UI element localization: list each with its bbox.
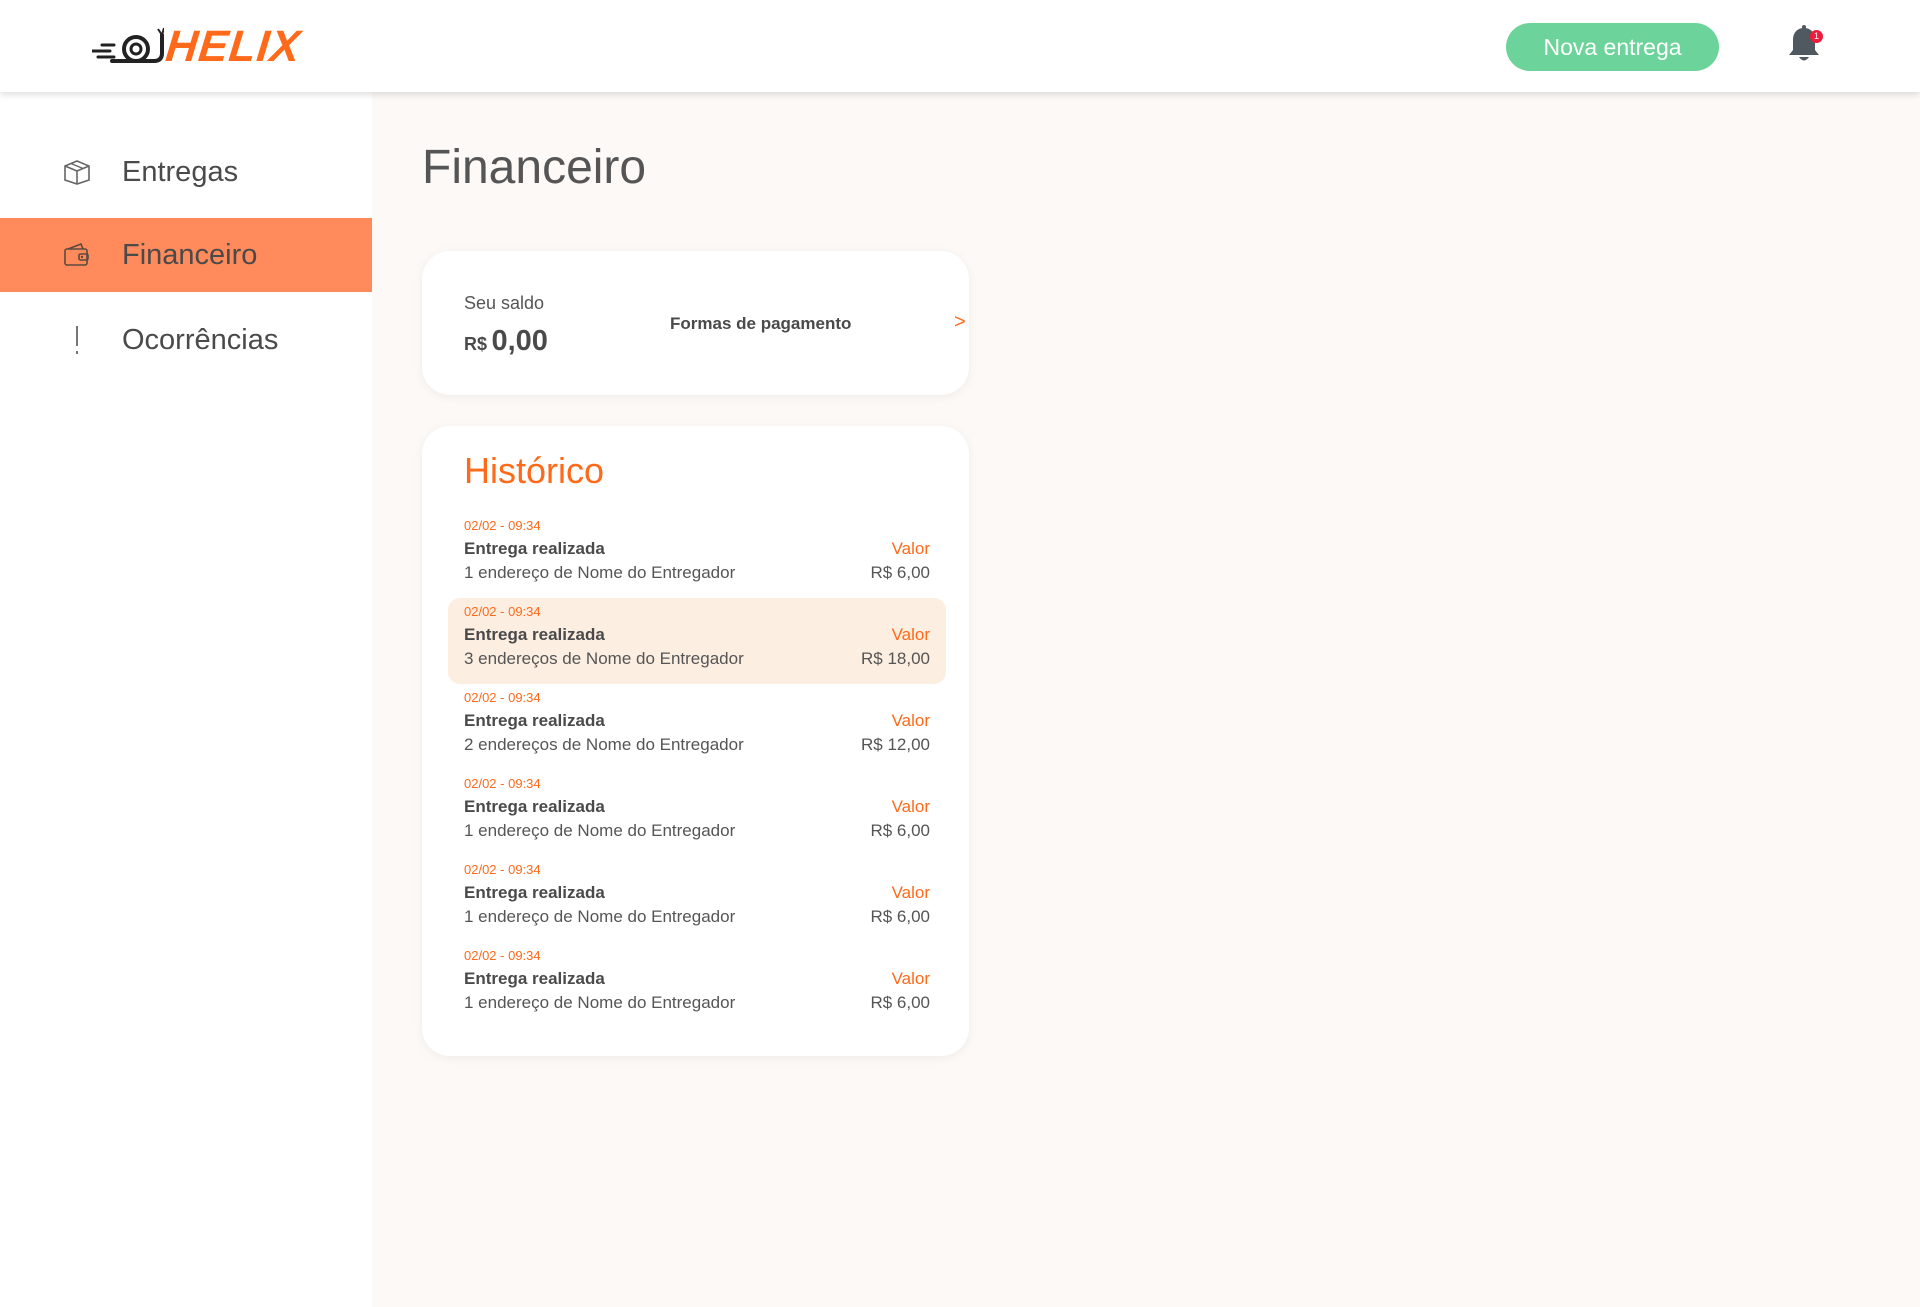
history-description: 2 endereços de Nome do Entregador <box>464 735 744 754</box>
notifications-button[interactable]: 1 <box>1786 24 1826 68</box>
balance-value: R$ 0,00 <box>464 325 548 358</box>
history-title-text: Entrega realizada <box>464 969 605 988</box>
history-title-text: Entrega realizada <box>464 883 605 902</box>
history-title-text: Entrega realizada <box>464 711 605 730</box>
history-value-label: Valor <box>891 797 930 816</box>
history-date: 02/02 - 09:34 <box>464 518 541 533</box>
sidebar-item-label: Ocorrências <box>122 323 279 356</box>
history-value: R$ 6,00 <box>870 993 930 1012</box>
main-content: Financeiro Seu saldo R$ 0,00 Formas de p… <box>372 92 1920 1307</box>
history-date: 02/02 - 09:34 <box>464 604 541 619</box>
sidebar: Entregas Financeiro Ocorrências <box>0 92 372 1307</box>
sidebar-item-entregas[interactable]: Entregas <box>0 135 372 209</box>
history-date: 02/02 - 09:34 <box>464 776 541 791</box>
sidebar-item-ocorrencias[interactable]: Ocorrências <box>0 303 372 377</box>
balance-currency: R$ <box>464 334 488 354</box>
balance-amount: 0,00 <box>491 325 548 357</box>
history-description: 3 endereços de Nome do Entregador <box>464 649 744 668</box>
history-date: 02/02 - 09:34 <box>464 862 541 877</box>
history-value-label: Valor <box>891 625 930 644</box>
chevron-right-icon[interactable]: > <box>954 311 966 334</box>
notification-badge: 1 <box>1810 30 1823 43</box>
history-title-text: Entrega realizada <box>464 797 605 816</box>
history-title-text: Entrega realizada <box>464 625 605 644</box>
history-value: R$ 12,00 <box>861 735 930 754</box>
history-row[interactable]: 02/02 - 09:34 Entrega realizada 1 endere… <box>448 856 946 942</box>
history-value: R$ 6,00 <box>870 563 930 582</box>
new-delivery-button[interactable]: Nova entrega <box>1506 23 1719 71</box>
history-row[interactable]: 02/02 - 09:34 Entrega realizada 1 endere… <box>448 942 946 1028</box>
history-date: 02/02 - 09:34 <box>464 948 541 963</box>
sidebar-item-label: Entregas <box>122 155 239 188</box>
history-value-label: Valor <box>891 539 930 558</box>
history-description: 1 endereço de Nome do Entregador <box>464 821 736 840</box>
top-header: HELIX Nova entrega 1 <box>0 0 1920 92</box>
history-list: 02/02 - 09:34 Entrega realizada 1 endere… <box>448 512 946 1028</box>
history-value: R$ 6,00 <box>870 907 930 926</box>
history-description: 1 endereço de Nome do Entregador <box>464 563 736 582</box>
sidebar-item-label: Financeiro <box>122 238 258 271</box>
box-icon <box>62 157 92 187</box>
history-row[interactable]: 02/02 - 09:34 Entrega realizada 3 endere… <box>448 598 946 684</box>
history-value: R$ 18,00 <box>861 649 930 668</box>
history-description: 1 endereço de Nome do Entregador <box>464 993 736 1012</box>
balance-card: Seu saldo R$ 0,00 Formas de pagamento > <box>422 251 969 395</box>
payment-methods-link[interactable]: Formas de pagamento <box>670 314 851 334</box>
balance-label: Seu saldo <box>464 293 545 313</box>
history-value: R$ 6,00 <box>870 821 930 840</box>
history-value-label: Valor <box>891 883 930 902</box>
history-row[interactable]: 02/02 - 09:34 Entrega realizada 1 endere… <box>448 770 946 856</box>
history-value-label: Valor <box>891 969 930 988</box>
history-description: 1 endereço de Nome do Entregador <box>464 907 736 926</box>
brand-name: HELIX <box>163 22 304 71</box>
history-title: Histórico <box>464 450 605 491</box>
history-date: 02/02 - 09:34 <box>464 690 541 705</box>
snail-logo-icon <box>92 27 164 63</box>
history-value-label: Valor <box>891 711 930 730</box>
history-title-text: Entrega realizada <box>464 539 605 558</box>
history-row[interactable]: 02/02 - 09:34 Entrega realizada 2 endere… <box>448 684 946 770</box>
history-row[interactable]: 02/02 - 09:34 Entrega realizada 1 endere… <box>448 512 946 598</box>
sidebar-item-financeiro[interactable]: Financeiro <box>0 218 372 292</box>
page-title: Financeiro <box>422 141 647 194</box>
history-card: Histórico 02/02 - 09:34 Entrega realizad… <box>422 426 969 1056</box>
helix-logo[interactable]: HELIX <box>92 22 304 72</box>
wallet-icon <box>62 240 92 270</box>
exclamation-icon <box>62 325 92 355</box>
